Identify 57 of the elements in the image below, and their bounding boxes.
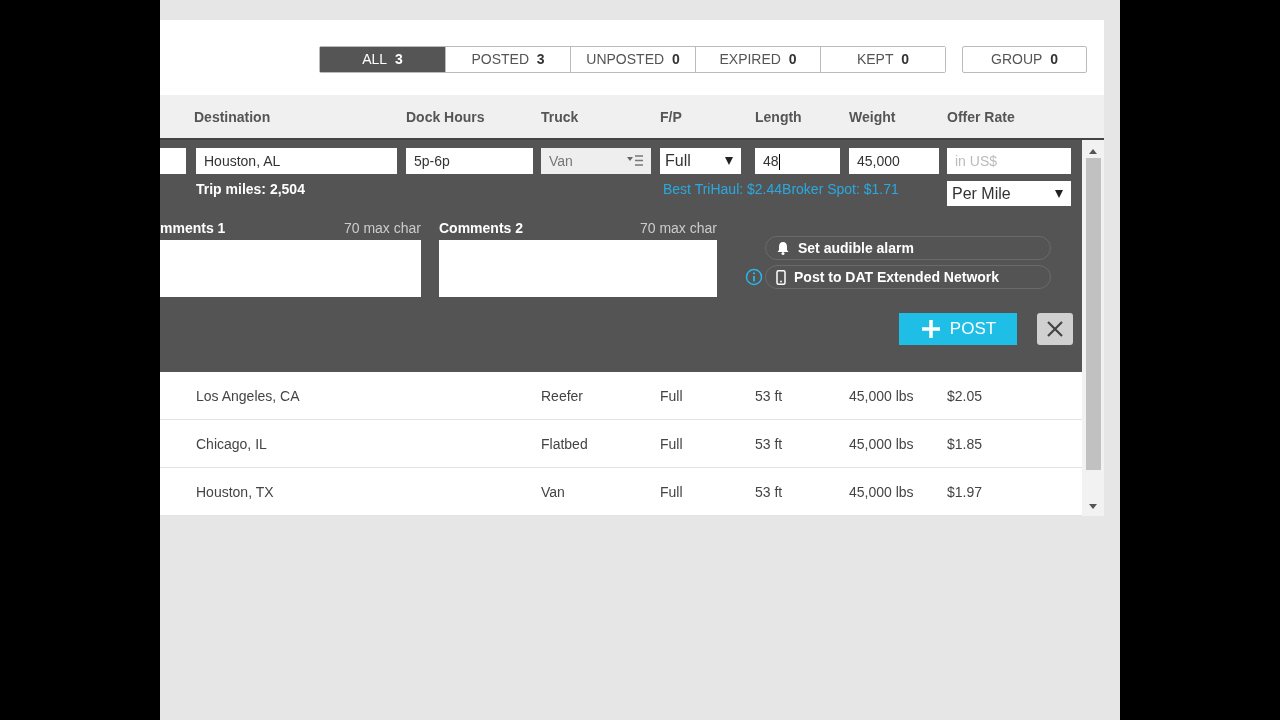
comments-field[interactable] <box>439 240 717 297</box>
char-limit: 70 max char <box>639 220 717 238</box>
filter-tab[interactable]: KEPT 0 <box>820 46 945 72</box>
table-cell-text: 53 ft <box>755 387 784 404</box>
table-cell-text: Full <box>660 483 684 500</box>
table-cell-text: $1.97 <box>947 483 984 500</box>
close-icon <box>1045 319 1065 339</box>
caret-icon <box>627 155 643 167</box>
scrollbar[interactable] <box>1082 140 1104 516</box>
table-cell-text: Houston, TX <box>196 483 275 500</box>
column-header: Destination <box>194 108 272 125</box>
column-header: Offer Rate <box>947 108 1016 125</box>
table-cell-text: Los Angeles, CA <box>196 387 301 404</box>
offer-rate-field[interactable]: in US$ <box>947 148 1071 174</box>
column-header: F/P <box>660 108 683 125</box>
comments-field[interactable] <box>160 240 421 297</box>
group-button[interactable]: GROUP 0 <box>962 45 1087 73</box>
weight-field[interactable]: 45,000 <box>849 148 939 174</box>
table-cell-text: $1.85 <box>947 435 984 452</box>
scroll-up-icon[interactable] <box>1088 148 1098 154</box>
truck-select[interactable]: Van <box>541 148 651 174</box>
rate-unit-select[interactable]: Per Mile <box>947 181 1071 206</box>
filter-tab[interactable]: ALL 3 <box>320 46 445 72</box>
table-cell-text: 53 ft <box>755 435 784 452</box>
caret-icon <box>725 157 733 165</box>
close-button[interactable] <box>1037 313 1073 345</box>
table-cell-text: Reefer <box>541 387 585 404</box>
table-cell-text: Full <box>660 435 684 452</box>
column-header: Truck <box>541 108 580 125</box>
table-cell-text: Flatbed <box>541 435 589 452</box>
plus-icon <box>919 318 942 340</box>
full-partial-select[interactable]: Full <box>660 148 741 174</box>
scroll-down-icon[interactable] <box>1088 504 1098 510</box>
bell-icon <box>776 241 790 255</box>
column-header: Dock Hours <box>406 108 486 125</box>
table-cell-text: $2.05 <box>947 387 984 404</box>
comments-label: mments 1 <box>160 220 226 238</box>
table-cell-text: 45,000 lbs <box>849 483 915 500</box>
destination-field[interactable]: Houston, AL <box>196 148 397 174</box>
table-cell-text: Full <box>660 387 684 404</box>
phone-icon <box>776 269 786 285</box>
table-cell-text: 45,000 lbs <box>849 435 915 452</box>
column-header: Length <box>755 108 803 125</box>
dock-hours-field[interactable]: 5p-6p <box>406 148 533 174</box>
caret-icon <box>1055 189 1063 198</box>
table-cell-text: 53 ft <box>755 483 784 500</box>
column-header: Weight <box>849 108 897 125</box>
length-field[interactable]: 48 <box>755 148 840 174</box>
char-limit: 70 max char <box>343 220 421 238</box>
table-cell-text: Van <box>541 483 566 500</box>
table-cell-text: Chicago, IL <box>196 435 268 452</box>
comments-label: Comments 2 <box>439 220 524 238</box>
trip-miles: Trip miles: 2,504 <box>196 180 306 199</box>
table-cell-text: 45,000 lbs <box>849 387 915 404</box>
input-field[interactable] <box>160 148 186 174</box>
info-icon[interactable] <box>745 268 763 286</box>
rate-hint: Best TriHaul: $2.44Broker Spot: $1.71 <box>663 180 900 199</box>
